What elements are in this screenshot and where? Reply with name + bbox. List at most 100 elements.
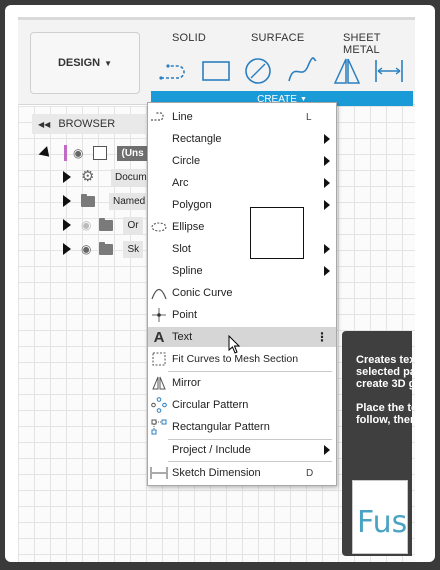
- folder-icon: [99, 217, 114, 231]
- tree-row-named-views[interactable]: Named V: [63, 191, 159, 211]
- tree-row-document-settings[interactable]: ⚙ Docume: [63, 167, 157, 187]
- menu-item-label: Line: [172, 111, 193, 123]
- browser-title: BROWSER: [58, 118, 116, 130]
- mouse-cursor-icon: [228, 335, 241, 354]
- menu-separator: [168, 461, 332, 462]
- ellipse-icon: [148, 221, 170, 233]
- tooltip-line: selected pat: [356, 366, 412, 378]
- fit-curves-icon: [148, 352, 170, 366]
- expand-icon[interactable]: [63, 219, 71, 231]
- menu-item-arc[interactable]: Arc: [148, 173, 336, 193]
- spline-tool-icon[interactable]: [286, 56, 318, 86]
- dimension-tool-icon[interactable]: [373, 56, 405, 86]
- menu-item-circle[interactable]: Circle: [148, 151, 336, 171]
- folder-icon: [99, 241, 114, 255]
- submenu-arrow-icon: [324, 244, 330, 254]
- submenu-arrow-icon: [324, 134, 330, 144]
- menu-item-label: Circle: [172, 155, 201, 167]
- submenu-arrow-icon: [324, 200, 330, 210]
- menu-item-ellipse[interactable]: Ellipse: [148, 217, 336, 237]
- tooltip-preview-text: Fusi: [357, 505, 408, 540]
- submenu-arrow-icon: [324, 266, 330, 276]
- menu-item-slot[interactable]: Slot: [148, 239, 336, 259]
- menu-item-project-include[interactable]: Project / Include: [148, 440, 336, 460]
- menu-item-label: Mirror: [172, 377, 201, 389]
- eye-icon[interactable]: ◉: [81, 242, 91, 256]
- create-dropdown-menu: Line L Rectangle Circle Arc Polygon Elli…: [147, 102, 337, 486]
- more-options-icon[interactable]: ⋮: [316, 330, 328, 344]
- menu-item-label: Conic Curve: [172, 287, 233, 299]
- tooltip-line: Creates tex: [356, 354, 412, 366]
- menu-item-label: Arc: [172, 177, 189, 189]
- menu-item-label: Circular Pattern: [172, 399, 249, 411]
- eye-icon[interactable]: ◉: [73, 146, 83, 160]
- expand-icon[interactable]: [38, 145, 54, 161]
- menu-item-label: Fit Curves to Mesh Section: [172, 353, 299, 365]
- tree-row-root[interactable]: ◉ (Uns: [38, 143, 164, 163]
- active-marker: [64, 145, 67, 161]
- rectangular-pattern-icon: [148, 419, 170, 435]
- menu-item-shortcut: D: [306, 467, 314, 479]
- submenu-arrow-icon: [324, 445, 330, 455]
- circle-tool-icon[interactable]: [242, 56, 274, 86]
- menu-item-label: Spline: [172, 265, 203, 277]
- browser-panel-header[interactable]: ◀◀ BROWSER: [32, 114, 160, 134]
- sketch-dimension-icon: [148, 466, 170, 480]
- menu-item-mirror[interactable]: Mirror: [148, 373, 336, 393]
- design-label: DESIGN: [57, 57, 101, 69]
- chevron-down-icon: ▼: [104, 58, 113, 68]
- tooltip-line: create 3D ge: [356, 378, 412, 390]
- polygon-preview-box: [250, 207, 304, 259]
- rectangle-tool-icon[interactable]: [200, 56, 232, 86]
- menu-item-spline[interactable]: Spline: [148, 261, 336, 281]
- tree-row-sketches[interactable]: ◉ Sk: [63, 239, 144, 259]
- tooltip-preview-image: Fusi: [352, 480, 408, 554]
- folder-icon: [81, 193, 95, 207]
- gear-icon: ⚙: [81, 168, 95, 185]
- mirror-icon: [148, 376, 170, 390]
- menu-item-rectangular-pattern[interactable]: Rectangular Pattern: [148, 417, 336, 437]
- tab-solid[interactable]: SOLID: [172, 32, 206, 44]
- menu-separator: [168, 371, 332, 372]
- menu-item-label: Project / Include: [172, 444, 251, 456]
- component-icon: [93, 146, 108, 160]
- menu-item-fit-curves[interactable]: Fit Curves to Mesh Section: [148, 349, 336, 369]
- circular-pattern-icon: [148, 397, 170, 413]
- expand-icon[interactable]: [63, 171, 71, 183]
- expand-icon[interactable]: [63, 195, 71, 207]
- line-icon: [148, 111, 170, 123]
- menu-item-shortcut: L: [306, 111, 312, 123]
- menu-item-line[interactable]: Line L: [148, 107, 336, 127]
- tree-row-origin[interactable]: ◉ Or: [63, 215, 143, 235]
- menu-item-sketch-dimension[interactable]: Sketch Dimension D: [148, 463, 336, 483]
- menu-item-polygon[interactable]: Polygon: [148, 195, 336, 215]
- submenu-arrow-icon: [324, 178, 330, 188]
- tab-sheet-metal[interactable]: SHEET METAL: [343, 32, 415, 56]
- menu-item-label: Rectangle: [172, 133, 222, 145]
- menu-item-point[interactable]: Point: [148, 305, 336, 325]
- menu-item-rectangle[interactable]: Rectangle: [148, 129, 336, 149]
- menu-item-conic-curve[interactable]: Conic Curve: [148, 283, 336, 303]
- collapse-icon[interactable]: ◀◀: [38, 120, 50, 129]
- mirror-tool-icon[interactable]: [331, 56, 363, 86]
- tooltip-line: follow, then: [356, 414, 412, 426]
- text-icon: A: [153, 328, 165, 346]
- submenu-arrow-icon: [324, 156, 330, 166]
- tree-label: Or: [123, 216, 143, 234]
- menu-item-circular-pattern[interactable]: Circular Pattern: [148, 395, 336, 415]
- tab-surface[interactable]: SURFACE: [251, 32, 304, 44]
- expand-icon[interactable]: [63, 243, 71, 255]
- eye-hidden-icon[interactable]: ◉: [81, 218, 91, 232]
- menu-item-label: Text: [172, 331, 193, 343]
- tooltip-line: Place the te: [356, 402, 412, 414]
- line-tool-icon[interactable]: [158, 56, 190, 86]
- design-workspace-button[interactable]: DESIGN ▼: [30, 32, 140, 94]
- menu-item-label: Sketch Dimension: [172, 467, 261, 479]
- conic-curve-icon: [148, 286, 170, 300]
- point-icon: [148, 308, 170, 322]
- tree-label: Sk: [123, 240, 144, 258]
- menu-item-label: Rectangular Pattern: [172, 421, 270, 433]
- menu-item-label: Point: [172, 309, 198, 321]
- toolbar: DESIGN ▼ SOLID SURFACE SHEET METAL CREAT…: [18, 20, 415, 107]
- menu-item-text[interactable]: A Text ⋮: [148, 327, 336, 347]
